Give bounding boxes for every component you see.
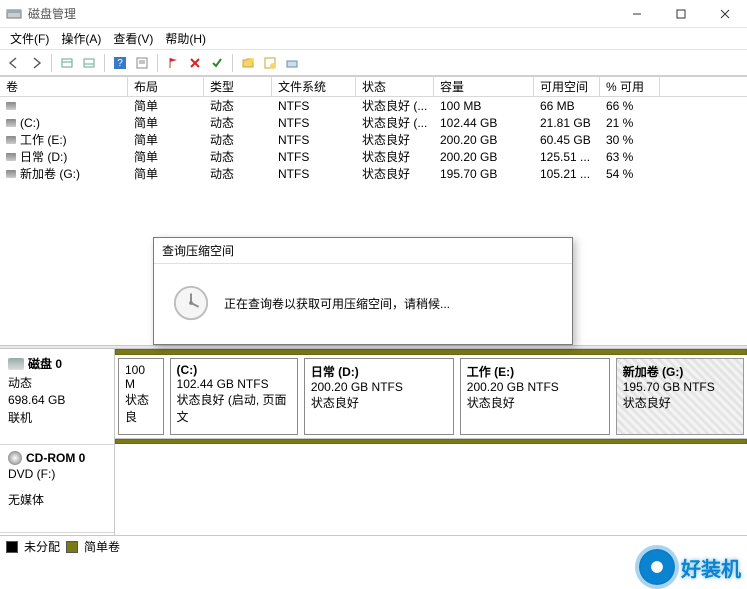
legend: 未分配 简单卷	[0, 535, 747, 557]
close-button[interactable]	[703, 0, 747, 28]
window-title: 磁盘管理	[28, 5, 76, 22]
maximize-button[interactable]	[659, 0, 703, 28]
legend-unallocated: 未分配	[24, 538, 60, 555]
svg-text:?: ?	[117, 58, 123, 69]
menu-help[interactable]: 帮助(H)	[159, 28, 212, 49]
disk0-title: 磁盘 0	[28, 355, 62, 372]
dialog-message: 正在查询卷以获取可用压缩空间，请稍候...	[224, 295, 450, 312]
shrink-dialog: 查询压缩空间 正在查询卷以获取可用压缩空间，请稍候...	[153, 237, 573, 345]
table-header: 卷 布局 类型 文件系统 状态 容量 可用空间 % 可用	[0, 77, 747, 97]
th-pct[interactable]: % 可用	[600, 77, 660, 96]
th-status[interactable]: 状态	[356, 77, 434, 96]
table-row[interactable]: 新加卷 (G:)简单动态NTFS状态良好195.70 GB105.21 ...5…	[0, 165, 747, 182]
partition-cell[interactable]: 工作 (E:)200.20 GB NTFS状态良好	[460, 358, 610, 435]
partition-cell[interactable]: 100 M状态良	[118, 358, 164, 435]
minimize-button[interactable]	[615, 0, 659, 28]
new-folder-button[interactable]	[238, 53, 258, 73]
back-button[interactable]	[4, 53, 24, 73]
toolbar: ?	[0, 50, 747, 76]
swatch-unallocated	[6, 541, 18, 553]
forward-button[interactable]	[26, 53, 46, 73]
watermark-text: 好装机	[681, 553, 741, 582]
disk-icon	[8, 358, 24, 370]
table-row[interactable]: 日常 (D:)简单动态NTFS状态良好200.20 GB125.51 ...63…	[0, 148, 747, 165]
view-bottom-button[interactable]	[79, 53, 99, 73]
th-free[interactable]: 可用空间	[534, 77, 600, 96]
cdrom-icon	[8, 451, 22, 465]
menubar: 文件(F) 操作(A) 查看(V) 帮助(H)	[0, 28, 747, 50]
cdrom-area[interactable]	[115, 444, 747, 524]
table-row[interactable]: 简单动态NTFS状态良好 (...100 MB66 MB66 %	[0, 97, 747, 114]
delete-button[interactable]	[185, 53, 205, 73]
partition-row: 100 M状态良(C:)102.44 GB NTFS状态良好 (启动, 页面文日…	[115, 355, 747, 439]
disk-map: 磁盘 0 动态 698.64 GB 联机 CD-ROM 0 DVD (F:) 无…	[0, 349, 747, 535]
disk0-size: 698.64 GB	[8, 393, 106, 407]
disk0-type: 动态	[8, 374, 106, 391]
check-button[interactable]	[207, 53, 227, 73]
titlebar: 磁盘管理	[0, 0, 747, 28]
table-row[interactable]: (C:)简单动态NTFS状态良好 (...102.44 GB21.81 GB21…	[0, 114, 747, 131]
th-capacity[interactable]: 容量	[434, 77, 534, 96]
partition-cell[interactable]: 日常 (D:)200.20 GB NTFS状态良好	[304, 358, 454, 435]
menu-action[interactable]: 操作(A)	[55, 28, 107, 49]
disk0-status: 联机	[8, 409, 106, 426]
app-icon	[6, 6, 22, 22]
clock-icon	[172, 284, 210, 322]
watermark: 好装机	[639, 549, 741, 585]
help-button[interactable]: ?	[110, 53, 130, 73]
replace-button[interactable]	[260, 53, 280, 73]
disk-button[interactable]	[282, 53, 302, 73]
partition-cell[interactable]: 新加卷 (G:)195.70 GB NTFS状态良好	[616, 358, 744, 435]
legend-simple: 简单卷	[84, 538, 120, 555]
partition-cell[interactable]: (C:)102.44 GB NTFS状态良好 (启动, 页面文	[170, 358, 298, 435]
watermark-logo-icon	[639, 549, 675, 585]
table-row[interactable]: 工作 (E:)简单动态NTFS状态良好200.20 GB60.45 GB30 %	[0, 131, 747, 148]
view-top-button[interactable]	[57, 53, 77, 73]
disk0-header[interactable]: 磁盘 0 动态 698.64 GB 联机	[0, 349, 114, 445]
cdrom-title: CD-ROM 0	[26, 451, 85, 465]
cdrom-drive: DVD (F:)	[8, 467, 106, 481]
cdrom-header[interactable]: CD-ROM 0 DVD (F:) 无媒体	[0, 445, 114, 533]
dialog-title: 查询压缩空间	[154, 238, 572, 264]
props-button[interactable]	[132, 53, 152, 73]
th-fs[interactable]: 文件系统	[272, 77, 356, 96]
menu-file[interactable]: 文件(F)	[4, 28, 55, 49]
th-layout[interactable]: 布局	[128, 77, 204, 96]
cdrom-status: 无媒体	[8, 491, 106, 508]
flag-button[interactable]	[163, 53, 183, 73]
th-volume[interactable]: 卷	[0, 77, 128, 96]
swatch-simple	[66, 541, 78, 553]
menu-view[interactable]: 查看(V)	[107, 28, 159, 49]
th-type[interactable]: 类型	[204, 77, 272, 96]
